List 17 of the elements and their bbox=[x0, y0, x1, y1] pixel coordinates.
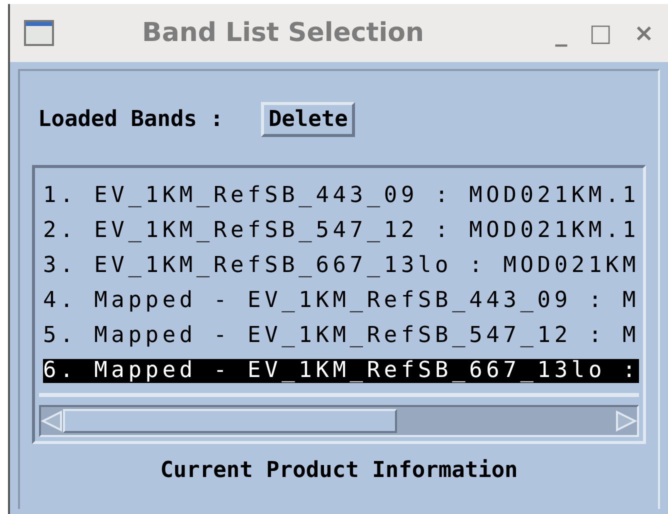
band-list-item[interactable]: 1. EV_1KM_RefSB_443_09 : MOD021KM.1 bbox=[43, 184, 639, 208]
band-list-item[interactable]: 3. EV_1KM_RefSB_667_13lo : MOD021KM bbox=[43, 254, 639, 278]
window-icon bbox=[24, 20, 54, 46]
horizontal-scrollbar[interactable] bbox=[39, 405, 639, 437]
delete-button[interactable]: Delete bbox=[261, 102, 355, 136]
band-list-item[interactable]: 5. Mapped - EV_1KM_RefSB_547_12 : M bbox=[43, 324, 639, 348]
current-product-information-label: Current Product Information bbox=[159, 458, 519, 483]
close-icon[interactable]: × bbox=[634, 19, 654, 47]
band-list-item[interactable]: 6. Mapped - EV_1KM_RefSB_667_13lo : bbox=[43, 358, 639, 382]
band-list-item[interactable]: 4. Mapped - EV_1KM_RefSB_443_09 : M bbox=[43, 288, 639, 312]
scrollbar-thumb[interactable] bbox=[63, 409, 397, 433]
band-list-item[interactable]: 2. EV_1KM_RefSB_547_12 : MOD021KM.1 bbox=[43, 218, 639, 242]
loaded-bands-label: Loaded Bands : bbox=[38, 106, 224, 132]
scroll-right-icon[interactable] bbox=[615, 409, 637, 433]
minimize-icon[interactable]: _ bbox=[555, 19, 568, 47]
maximize-icon[interactable]: □ bbox=[589, 19, 612, 47]
window-title: Band List Selection bbox=[142, 18, 424, 48]
